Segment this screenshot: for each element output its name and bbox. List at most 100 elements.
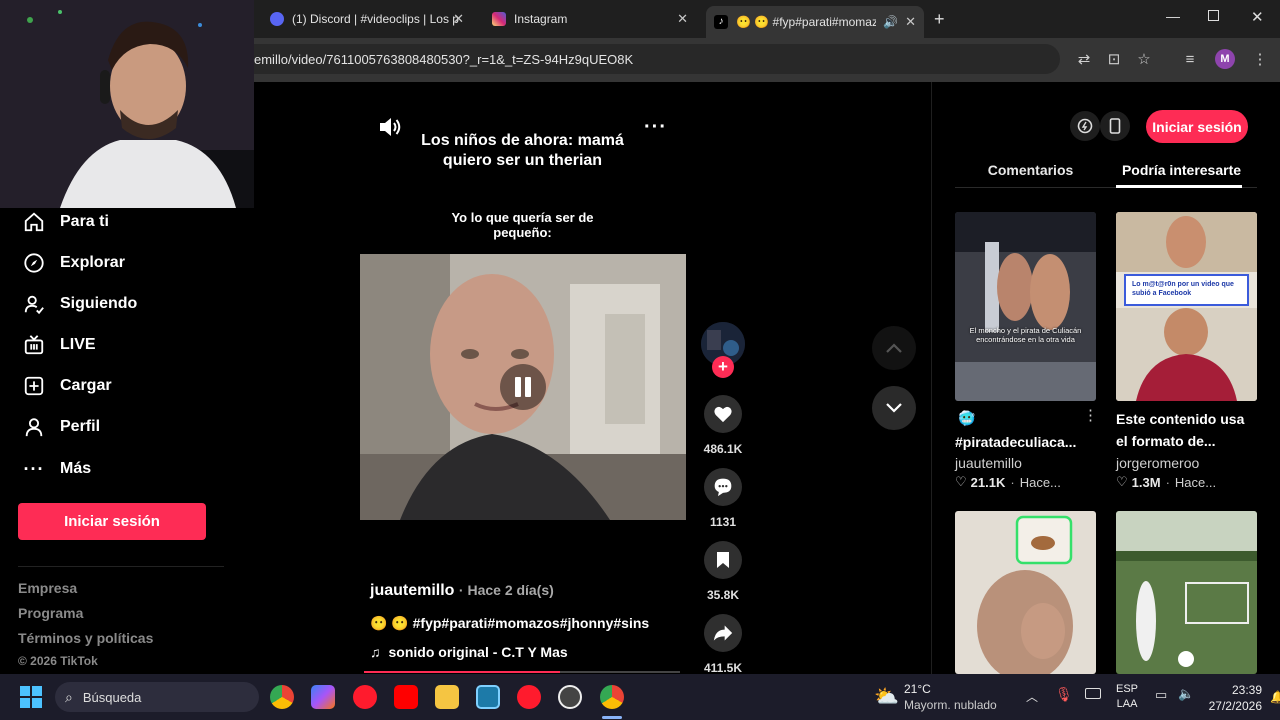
recommended-video-thumbnail[interactable]: [955, 511, 1096, 674]
install-app-icon[interactable]: ⊡: [1104, 50, 1124, 70]
video-frame[interactable]: [360, 254, 686, 520]
card-likes: 1.3M: [1131, 474, 1161, 490]
header-login-button[interactable]: Iniciar sesión: [1146, 110, 1248, 143]
heart-outline-icon: ♡: [1116, 474, 1128, 489]
card-stats: ♡ 1.3M · Hace...: [1116, 474, 1217, 490]
active-app-indicator: [602, 716, 622, 719]
weather-desc[interactable]: Mayorm. nublado: [904, 698, 997, 712]
footer-link-terminos[interactable]: Términos y políticas: [18, 630, 153, 646]
weather-temp[interactable]: 21°C: [904, 682, 931, 696]
sidebar-item-perfil[interactable]: Perfil: [22, 415, 100, 439]
recommended-video-thumbnail[interactable]: Lo m@t@r0n por un video que subió a Face…: [1116, 212, 1257, 401]
video-caption-mid: Yo lo que quería ser de pequeño:: [451, 210, 594, 240]
speaker-icon[interactable]: 🔈: [1178, 686, 1194, 702]
sidebar-item-explorar[interactable]: Explorar: [22, 251, 125, 275]
weather-icon[interactable]: ⛅: [874, 684, 899, 709]
close-tab-icon[interactable]: ✕: [905, 14, 916, 30]
video-hashtags[interactable]: 😶 😶 #fyp#parati#momazos#jhonny#sins: [370, 615, 649, 632]
recommended-video-thumbnail[interactable]: [1116, 511, 1257, 674]
like-button[interactable]: [704, 395, 742, 433]
compass-icon: [22, 251, 46, 275]
card-author[interactable]: juautemillo: [955, 455, 1022, 471]
minimize-icon[interactable]: —: [1166, 8, 1180, 24]
save-button[interactable]: [704, 541, 742, 579]
chrome-active-taskbar-icon[interactable]: [600, 685, 624, 709]
opera-gx-taskbar-icon[interactable]: [517, 685, 541, 709]
bookmark-icon: [717, 552, 729, 568]
sidebar-login-button[interactable]: Iniciar sesión: [18, 503, 206, 540]
microphone-icon[interactable]: 🎙: [1055, 686, 1073, 703]
profile-avatar[interactable]: M: [1215, 49, 1235, 69]
card-likes: 21.1K: [970, 474, 1006, 490]
next-video-button[interactable]: [872, 386, 916, 430]
url-text: emillo/video/7611005763808480530?_r=1&_t…: [254, 51, 634, 67]
footer-link-programa[interactable]: Programa: [18, 605, 83, 621]
close-tab-icon[interactable]: ✕: [453, 11, 464, 27]
new-tab-icon[interactable]: +: [934, 9, 945, 30]
youtube-taskbar-icon[interactable]: [394, 685, 418, 709]
comment-button[interactable]: [704, 468, 742, 506]
video-progress-track[interactable]: [364, 671, 680, 673]
chevron-down-icon: [886, 403, 902, 413]
video-author[interactable]: juautemillo · Hace 2 día(s): [370, 582, 554, 600]
taskbar-search[interactable]: ⌕ Búsqueda: [55, 682, 259, 712]
tab-instagram[interactable]: Instagram ✕: [484, 6, 696, 32]
tab-tiktok[interactable]: ♪ 😶 😶 #fyp#parati#momaz 🔊 ✕: [706, 6, 924, 38]
device-button[interactable]: [1100, 111, 1130, 141]
pause-button[interactable]: [500, 364, 546, 410]
video-sound[interactable]: ♫ sonido original - C.T Y Mas: [370, 644, 568, 660]
sidebar-item-siguiendo[interactable]: Siguiendo: [22, 292, 137, 316]
footer-link-empresa[interactable]: Empresa: [18, 580, 77, 596]
tab-comentarios[interactable]: Comentarios: [955, 162, 1106, 178]
network-icon[interactable]: ▭: [1155, 687, 1167, 703]
obs-taskbar-icon[interactable]: [558, 685, 582, 709]
windows-start-icon[interactable]: [20, 686, 42, 708]
sidebar-item-cargar[interactable]: Cargar: [22, 374, 112, 398]
clock-date: 27/2/2026: [1208, 699, 1262, 713]
card-more-icon[interactable]: ⋮: [1083, 406, 1098, 424]
video-more-options-icon[interactable]: ···: [644, 116, 667, 139]
sidebar-item-para-ti[interactable]: Para ti: [22, 210, 109, 234]
volume-icon[interactable]: [378, 116, 402, 144]
language-indicator[interactable]: ESP LAA: [1116, 682, 1138, 712]
address-bar[interactable]: emillo/video/7611005763808480530?_r=1&_t…: [230, 44, 1060, 74]
maximize-icon[interactable]: [1208, 10, 1219, 21]
close-window-icon[interactable]: ✕: [1251, 8, 1264, 26]
share-button[interactable]: [704, 614, 742, 652]
home-icon: [22, 210, 46, 234]
coin-icon: [1077, 118, 1093, 134]
sidebar-item-live[interactable]: LIVE: [22, 333, 96, 357]
tray-overflow-chevron-icon[interactable]: ︿: [1026, 688, 1038, 705]
post-time: · Hace 2 día(s): [458, 582, 554, 598]
translate-icon[interactable]: ⇄: [1074, 50, 1094, 70]
tab-discord[interactable]: (1) Discord | #videoclips | Los p ✕: [262, 6, 472, 32]
follow-plus-button[interactable]: +: [712, 356, 734, 378]
chrome-taskbar-icon[interactable]: [270, 685, 294, 709]
coin-button[interactable]: [1070, 111, 1100, 141]
notifications-icon[interactable]: 🔔: [1270, 690, 1280, 704]
card-title[interactable]: Este contenido usa el formato de...: [1116, 408, 1257, 452]
card-title[interactable]: #piratadeculiaca...: [955, 431, 1096, 453]
media-control-icon[interactable]: ≡: [1180, 50, 1200, 70]
opera-taskbar-icon[interactable]: [353, 685, 377, 709]
keyboard-icon[interactable]: [1085, 688, 1101, 699]
file-explorer-taskbar-icon[interactable]: [435, 685, 459, 709]
video-player[interactable]: Los niños de ahora: mamá quiero ser un t…: [360, 98, 686, 673]
copilot-taskbar-icon[interactable]: [311, 685, 335, 709]
bookmark-star-icon[interactable]: ☆: [1134, 50, 1154, 70]
sound-label: sonido original - C.T Y Mas: [388, 644, 568, 660]
recommended-video-thumbnail[interactable]: El moncho y el pirata de Culiacán encont…: [955, 212, 1096, 401]
author-name[interactable]: juautemillo: [370, 582, 454, 599]
browser-menu-icon[interactable]: ⋮: [1250, 50, 1270, 70]
card-author[interactable]: jorgeromeroo: [1116, 455, 1199, 471]
vegas-taskbar-icon[interactable]: [476, 685, 500, 709]
clock[interactable]: 23:39 27/2/2026: [1208, 682, 1262, 714]
language-layout: LAA: [1116, 698, 1138, 710]
sidebar-item-label: Perfil: [60, 418, 101, 435]
tab-podria-interesarte[interactable]: Podría interesarte: [1106, 162, 1257, 178]
audio-playing-icon[interactable]: 🔊: [883, 15, 898, 29]
previous-video-button[interactable]: [872, 326, 916, 370]
close-tab-icon[interactable]: ✕: [677, 11, 688, 27]
sidebar-item-mas[interactable]: ··· Más: [22, 457, 92, 481]
sidebar-item-label: LIVE: [60, 336, 96, 353]
